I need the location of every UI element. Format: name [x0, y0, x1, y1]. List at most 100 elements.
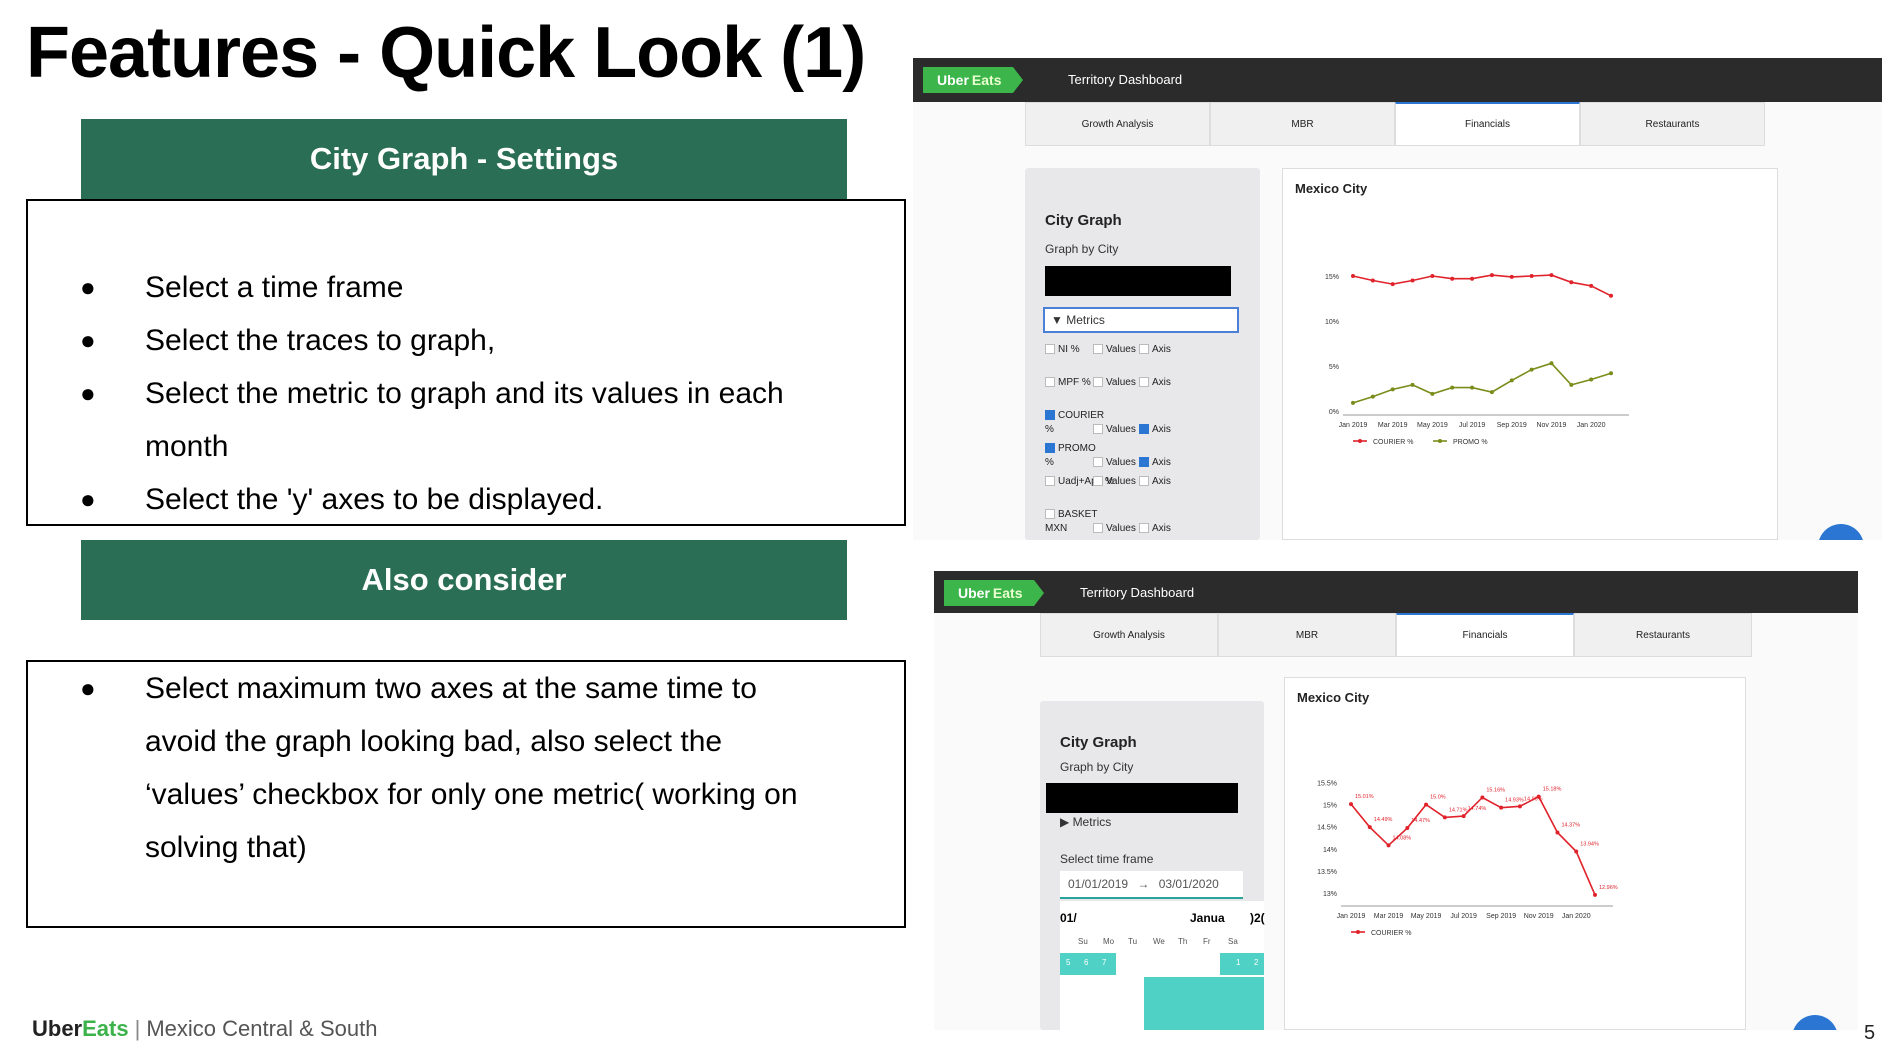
values-checkbox[interactable]	[1093, 457, 1103, 468]
axis-checkbox[interactable]	[1139, 344, 1149, 355]
data-point	[1609, 293, 1613, 298]
uber-eats-logo[interactable]: Uber Eats	[923, 67, 1023, 93]
axis-label: Axis	[1152, 523, 1171, 534]
weekday-label: Fr	[1203, 937, 1211, 946]
metric-row: MPF % Values Axis	[1045, 377, 1245, 391]
settings-panel-2: City Graph Graph by City ▶ Metrics Selec…	[1040, 701, 1265, 1030]
metric-checkbox[interactable]	[1045, 476, 1055, 487]
tab-growth-analysis[interactable]: Growth Analysis	[1025, 102, 1210, 146]
data-point	[1529, 274, 1534, 278]
data-point	[1517, 804, 1522, 809]
data-point	[1480, 795, 1485, 800]
data-point	[1549, 273, 1554, 278]
panel-title-2: City Graph	[1060, 734, 1137, 751]
y-tick-label: 10%	[1325, 319, 1339, 326]
metric-checkbox[interactable]	[1045, 443, 1055, 454]
axis-checkbox[interactable]	[1139, 523, 1149, 534]
calendar-day[interactable]: 5	[1066, 958, 1070, 967]
tab-mbr-2[interactable]: MBR	[1218, 613, 1396, 657]
metric-name: COURIER	[1058, 410, 1105, 421]
calendar-right-month[interactable]: Janua	[1190, 911, 1225, 925]
data-point	[1569, 280, 1574, 285]
panel-title: City Graph	[1045, 212, 1122, 229]
tab-financials-2[interactable]: Financials	[1396, 613, 1574, 657]
values-label: Values	[1106, 457, 1136, 468]
footer-separator: |	[134, 1016, 141, 1041]
metric-checkbox[interactable]	[1045, 344, 1055, 355]
values-checkbox[interactable]	[1093, 344, 1103, 355]
y-tick-label: 15%	[1325, 274, 1339, 281]
data-point	[1589, 283, 1594, 288]
city-select-redacted[interactable]	[1045, 266, 1231, 296]
values-label: Values	[1106, 377, 1136, 388]
data-point	[1489, 273, 1494, 278]
uber-eats-logo-2[interactable]: Uber Eats	[944, 580, 1044, 606]
tab-mbr[interactable]: MBR	[1210, 102, 1395, 146]
footer-brand-eats: Eats	[82, 1016, 129, 1041]
axis-checkbox[interactable]	[1139, 424, 1149, 435]
axis-label: Axis	[1152, 377, 1171, 388]
tab-restaurants[interactable]: Restaurants	[1580, 102, 1765, 146]
metrics-toggle[interactable]: ▶ Metrics	[1060, 815, 1111, 829]
data-label: 15.01%	[1355, 794, 1374, 800]
metric-row: Uadj+App % Values Axis	[1045, 476, 1245, 490]
metric-checkbox[interactable]	[1045, 509, 1055, 520]
data-point	[1370, 394, 1375, 399]
x-tick-label: Jul 2019	[1450, 913, 1477, 920]
axis-checkbox[interactable]	[1139, 476, 1149, 487]
metric-name: BASKET	[1058, 509, 1098, 520]
calendar-highlight-range[interactable]	[1144, 977, 1264, 1030]
axis-checkbox[interactable]	[1139, 457, 1149, 468]
weekday-label: Su	[1078, 937, 1088, 946]
calendar-day[interactable]: 2	[1254, 958, 1258, 967]
metric-checkbox[interactable]	[1045, 410, 1055, 421]
metric-row: BASKET Values Axis MXN	[1045, 509, 1245, 534]
x-tick-label: Jan 2020	[1577, 422, 1606, 429]
date-range-input[interactable]: 01/01/2019 → 03/01/2020	[1060, 871, 1243, 899]
fab-button-2[interactable]	[1792, 1015, 1838, 1030]
page-number: 5	[1864, 1022, 1876, 1044]
city-select-redacted-2[interactable]	[1046, 783, 1238, 813]
data-label: 14.93%	[1505, 798, 1524, 804]
app-title-2: Territory Dashboard	[1080, 585, 1195, 600]
calendar-day[interactable]: 7	[1102, 958, 1106, 967]
fab-button[interactable]	[1818, 524, 1864, 540]
x-tick-label: May 2019	[1417, 422, 1448, 429]
calendar-left-month[interactable]: 01/	[1060, 911, 1077, 925]
metrics-dropdown[interactable]: ▼ Metrics	[1043, 307, 1239, 333]
tab-restaurants-2[interactable]: Restaurants	[1574, 613, 1752, 657]
y-tick-label: 0%	[1329, 409, 1339, 416]
data-point	[1609, 371, 1613, 376]
legend-label: COURIER %	[1371, 930, 1411, 937]
x-tick-label: Nov 2019	[1536, 422, 1566, 429]
data-point	[1390, 282, 1395, 287]
values-checkbox[interactable]	[1093, 523, 1103, 534]
app-title: Territory Dashboard	[1068, 72, 1183, 87]
tab-financials[interactable]: Financials	[1395, 102, 1580, 146]
values-checkbox[interactable]	[1093, 377, 1103, 388]
app-topbar-2: Uber Eats Territory Dashboard	[934, 571, 1858, 613]
panel-subtitle-2: Graph by City	[1060, 760, 1134, 774]
metric-name: NI %	[1058, 344, 1080, 355]
data-point	[1424, 802, 1429, 807]
x-tick-label: Jul 2019	[1459, 422, 1486, 429]
data-point	[1450, 385, 1455, 390]
metric-name: PROMO	[1058, 443, 1096, 454]
data-point	[1470, 385, 1475, 390]
weekday-label: Sa	[1228, 937, 1238, 946]
data-point	[1349, 802, 1353, 807]
axis-checkbox[interactable]	[1139, 377, 1149, 388]
calendar-day[interactable]: 1	[1236, 958, 1240, 967]
settings-panel: City Graph Graph by City ▼ Metrics NI % V…	[1025, 168, 1260, 540]
values-checkbox[interactable]	[1093, 424, 1103, 435]
date-start: 01/01/2019	[1068, 877, 1129, 891]
consider-box: ● Select maximum two axes at the same tim…	[26, 660, 906, 928]
metric-name-2: %	[1045, 424, 1054, 435]
values-label: Values	[1106, 476, 1136, 487]
calendar-day[interactable]: 6	[1084, 958, 1088, 967]
values-checkbox[interactable]	[1093, 476, 1103, 487]
data-point	[1390, 387, 1395, 392]
line-chart-2: 15.5% 15% 14.5% 14% 13.5% 13% Jan 2019 Mar 2019…	[1317, 780, 1618, 937]
tab-growth-analysis-2[interactable]: Growth Analysis	[1040, 613, 1218, 657]
metric-checkbox[interactable]	[1045, 377, 1055, 388]
